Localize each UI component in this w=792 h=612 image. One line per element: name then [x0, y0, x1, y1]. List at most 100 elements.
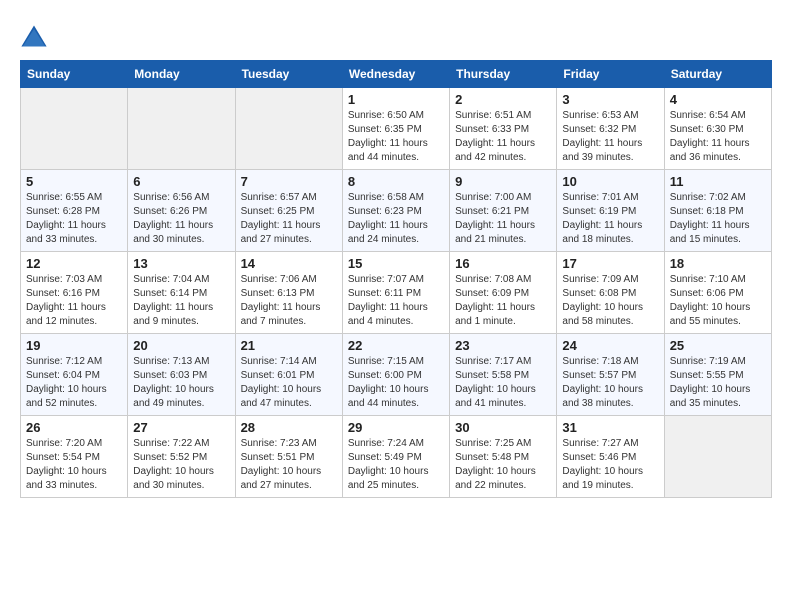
day-info: Sunrise: 7:03 AM Sunset: 6:16 PM Dayligh… [26, 273, 122, 329]
calendar-cell: 8Sunrise: 6:58 AM Sunset: 6:23 PM Daylig… [342, 170, 449, 252]
page-header [20, 20, 772, 50]
day-number: 14 [241, 256, 337, 271]
calendar-week-4: 19 Sunrise: 7:12 AM Sunset: 6:04 PM Dayli… [21, 334, 772, 416]
calendar-cell: 27 Sunrise: 7:22 AM Sunset: 5:52 PM Dayli… [128, 416, 235, 498]
calendar-cell: 2 Sunrise: 6:51 AM Sunset: 6:33 PM Daylig… [450, 88, 557, 170]
calendar-cell: 4 Sunrise: 6:54 AM Sunset: 6:30 PM Daylig… [664, 88, 771, 170]
calendar-cell: 19 Sunrise: 7:12 AM Sunset: 6:04 PM Dayli… [21, 334, 128, 416]
calendar-cell: 3 Sunrise: 6:53 AM Sunset: 6:32 PM Daylig… [557, 88, 664, 170]
day-number: 31 [562, 420, 658, 435]
day-number: 26 [26, 420, 122, 435]
calendar-table: SundayMondayTuesdayWednesdayThursdayFrid… [20, 60, 772, 498]
day-info: Sunrise: 7:15 AM Sunset: 6:00 PM Dayligh… [348, 355, 444, 411]
day-number: 21 [241, 338, 337, 353]
calendar-week-3: 12 Sunrise: 7:03 AM Sunset: 6:16 PM Dayli… [21, 252, 772, 334]
day-number: 4 [670, 92, 766, 107]
day-number: 12 [26, 256, 122, 271]
calendar-cell: 28Sunrise: 7:23 AM Sunset: 5:51 PM Dayli… [235, 416, 342, 498]
day-number: 19 [26, 338, 122, 353]
calendar-cell: 16Sunrise: 7:08 AM Sunset: 6:09 PM Dayli… [450, 252, 557, 334]
calendar-cell: 12 Sunrise: 7:03 AM Sunset: 6:16 PM Dayli… [21, 252, 128, 334]
calendar-cell: 30 Sunrise: 7:25 AM Sunset: 5:48 PM Dayli… [450, 416, 557, 498]
day-number: 29 [348, 420, 444, 435]
day-info: Sunrise: 7:14 AM Sunset: 6:01 PM Dayligh… [241, 355, 337, 411]
day-number: 1 [348, 92, 444, 107]
day-info: Sunrise: 7:10 AM Sunset: 6:06 PM Dayligh… [670, 273, 766, 329]
day-number: 2 [455, 92, 551, 107]
day-number: 24 [562, 338, 658, 353]
day-header-monday: Monday [128, 61, 235, 88]
calendar-cell: 11Sunrise: 7:02 AM Sunset: 6:18 PM Dayli… [664, 170, 771, 252]
day-number: 20 [133, 338, 229, 353]
day-number: 16 [455, 256, 551, 271]
calendar-cell: 5 Sunrise: 6:55 AM Sunset: 6:28 PM Daylig… [21, 170, 128, 252]
day-number: 3 [562, 92, 658, 107]
day-number: 17 [562, 256, 658, 271]
day-info: Sunrise: 6:51 AM Sunset: 6:33 PM Dayligh… [455, 109, 551, 165]
day-info: Sunrise: 7:06 AM Sunset: 6:13 PM Dayligh… [241, 273, 337, 329]
day-info: Sunrise: 6:55 AM Sunset: 6:28 PM Dayligh… [26, 191, 122, 247]
day-number: 23 [455, 338, 551, 353]
day-number: 15 [348, 256, 444, 271]
calendar-cell: 22 Sunrise: 7:15 AM Sunset: 6:00 PM Dayli… [342, 334, 449, 416]
day-info: Sunrise: 7:01 AM Sunset: 6:19 PM Dayligh… [562, 191, 658, 247]
day-number: 9 [455, 174, 551, 189]
day-header-saturday: Saturday [664, 61, 771, 88]
day-number: 5 [26, 174, 122, 189]
day-info: Sunrise: 7:27 AM Sunset: 5:46 PM Dayligh… [562, 437, 658, 493]
calendar-week-5: 26 Sunrise: 7:20 AM Sunset: 5:54 PM Dayli… [21, 416, 772, 498]
calendar-cell: 20 Sunrise: 7:13 AM Sunset: 6:03 PM Dayli… [128, 334, 235, 416]
calendar-cell: 29Sunrise: 7:24 AM Sunset: 5:49 PM Dayli… [342, 416, 449, 498]
calendar-cell [128, 88, 235, 170]
day-number: 18 [670, 256, 766, 271]
calendar-cell [664, 416, 771, 498]
calendar-cell [235, 88, 342, 170]
day-header-friday: Friday [557, 61, 664, 88]
day-number: 22 [348, 338, 444, 353]
day-info: Sunrise: 7:12 AM Sunset: 6:04 PM Dayligh… [26, 355, 122, 411]
day-info: Sunrise: 7:04 AM Sunset: 6:14 PM Dayligh… [133, 273, 229, 329]
day-info: Sunrise: 7:13 AM Sunset: 6:03 PM Dayligh… [133, 355, 229, 411]
calendar-cell: 6Sunrise: 6:56 AM Sunset: 6:26 PM Daylig… [128, 170, 235, 252]
day-header-sunday: Sunday [21, 61, 128, 88]
day-info: Sunrise: 6:54 AM Sunset: 6:30 PM Dayligh… [670, 109, 766, 165]
day-number: 6 [133, 174, 229, 189]
day-info: Sunrise: 7:18 AM Sunset: 5:57 PM Dayligh… [562, 355, 658, 411]
logo [20, 20, 52, 50]
day-info: Sunrise: 7:07 AM Sunset: 6:11 PM Dayligh… [348, 273, 444, 329]
day-number: 27 [133, 420, 229, 435]
day-info: Sunrise: 6:57 AM Sunset: 6:25 PM Dayligh… [241, 191, 337, 247]
calendar-cell: 17Sunrise: 7:09 AM Sunset: 6:08 PM Dayli… [557, 252, 664, 334]
day-header-tuesday: Tuesday [235, 61, 342, 88]
day-info: Sunrise: 7:22 AM Sunset: 5:52 PM Dayligh… [133, 437, 229, 493]
day-info: Sunrise: 6:50 AM Sunset: 6:35 PM Dayligh… [348, 109, 444, 165]
day-info: Sunrise: 7:00 AM Sunset: 6:21 PM Dayligh… [455, 191, 551, 247]
day-info: Sunrise: 7:20 AM Sunset: 5:54 PM Dayligh… [26, 437, 122, 493]
day-number: 13 [133, 256, 229, 271]
day-number: 10 [562, 174, 658, 189]
calendar-cell: 13 Sunrise: 7:04 AM Sunset: 6:14 PM Dayli… [128, 252, 235, 334]
day-number: 25 [670, 338, 766, 353]
day-info: Sunrise: 7:17 AM Sunset: 5:58 PM Dayligh… [455, 355, 551, 411]
calendar-week-2: 5 Sunrise: 6:55 AM Sunset: 6:28 PM Daylig… [21, 170, 772, 252]
calendar-cell: 14 Sunrise: 7:06 AM Sunset: 6:13 PM Dayli… [235, 252, 342, 334]
calendar-cell: 31 Sunrise: 7:27 AM Sunset: 5:46 PM Dayli… [557, 416, 664, 498]
day-number: 7 [241, 174, 337, 189]
day-info: Sunrise: 7:19 AM Sunset: 5:55 PM Dayligh… [670, 355, 766, 411]
calendar-cell: 25 Sunrise: 7:19 AM Sunset: 5:55 PM Dayli… [664, 334, 771, 416]
calendar-cell: 1 Sunrise: 6:50 AM Sunset: 6:35 PM Daylig… [342, 88, 449, 170]
calendar-cell: 24 Sunrise: 7:18 AM Sunset: 5:57 PM Dayli… [557, 334, 664, 416]
calendar-cell: 23 Sunrise: 7:17 AM Sunset: 5:58 PM Dayli… [450, 334, 557, 416]
calendar-cell: 21 Sunrise: 7:14 AM Sunset: 6:01 PM Dayli… [235, 334, 342, 416]
calendar-week-1: 1 Sunrise: 6:50 AM Sunset: 6:35 PM Daylig… [21, 88, 772, 170]
logo-icon [20, 22, 48, 50]
day-info: Sunrise: 6:53 AM Sunset: 6:32 PM Dayligh… [562, 109, 658, 165]
day-number: 30 [455, 420, 551, 435]
day-info: Sunrise: 7:25 AM Sunset: 5:48 PM Dayligh… [455, 437, 551, 493]
calendar-cell: 9 Sunrise: 7:00 AM Sunset: 6:21 PM Daylig… [450, 170, 557, 252]
calendar-cell: 18 Sunrise: 7:10 AM Sunset: 6:06 PM Dayli… [664, 252, 771, 334]
calendar-cell: 26 Sunrise: 7:20 AM Sunset: 5:54 PM Dayli… [21, 416, 128, 498]
calendar-cell: 10 Sunrise: 7:01 AM Sunset: 6:19 PM Dayli… [557, 170, 664, 252]
day-number: 8 [348, 174, 444, 189]
day-info: Sunrise: 7:23 AM Sunset: 5:51 PM Dayligh… [241, 437, 337, 493]
